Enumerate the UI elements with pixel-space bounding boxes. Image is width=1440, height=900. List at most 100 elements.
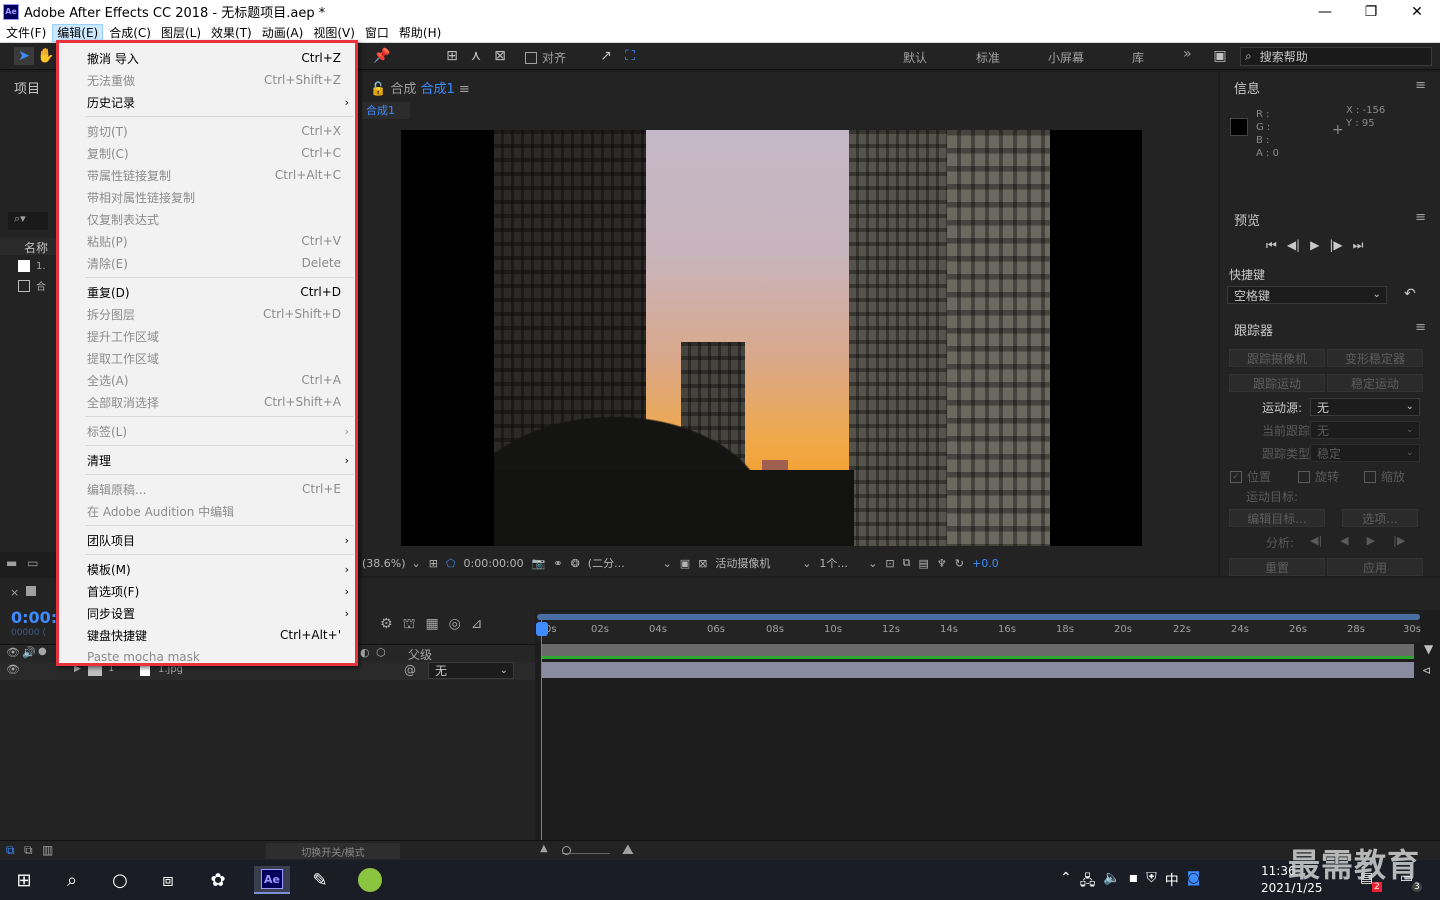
options-button[interactable]: 选项...: [1342, 509, 1418, 527]
mask-visibility-icon[interactable]: ⬠: [446, 557, 456, 570]
info-panel-menu-icon[interactable]: ≡: [1415, 78, 1426, 93]
workspace-more-button[interactable]: »: [1183, 46, 1192, 62]
render-queue-icon[interactable]: [26, 586, 36, 596]
graph-editor-icon[interactable]: ⊿: [471, 616, 483, 634]
menu-effect[interactable]: 效果(T): [207, 24, 256, 42]
workspace-default[interactable]: 默认: [903, 49, 927, 66]
axis-local-icon[interactable]: ⊞: [442, 47, 462, 65]
close-button[interactable]: ✕: [1394, 0, 1440, 23]
show-snapshot-icon[interactable]: ⚭: [553, 557, 562, 570]
audio-icon[interactable]: 🔊: [22, 646, 36, 659]
edit-target-button[interactable]: 编辑目标...: [1229, 509, 1325, 527]
edit-menu-item[interactable]: 模板(M) ›: [59, 558, 355, 580]
nvidia-icon[interactable]: ▪: [1129, 870, 1139, 894]
reset-shortcut-icon[interactable]: ↶: [1404, 286, 1416, 302]
first-frame-icon[interactable]: ⏮: [1266, 238, 1277, 253]
fast-previews-icon[interactable]: ⧉: [903, 556, 911, 570]
track-camera-button[interactable]: 跟踪摄像机: [1229, 349, 1325, 367]
pin-tool-icon[interactable]: 📌: [372, 47, 392, 65]
stabilize-motion-button[interactable]: 稳定运动: [1327, 374, 1423, 392]
position-checkbox[interactable]: ✓ 位置: [1230, 468, 1271, 485]
parent-dropdown[interactable]: 无 ⌄: [428, 662, 514, 679]
tracker-panel-menu-icon[interactable]: ≡: [1415, 320, 1426, 335]
zoom-out-icon[interactable]: ▲: [540, 843, 548, 854]
analyze-back-frame-icon[interactable]: ◀|: [1310, 534, 1322, 547]
edit-menu-item[interactable]: 全选(A) Ctrl+A: [59, 369, 355, 391]
edit-menu-item[interactable]: 重复(D) Ctrl+D: [59, 281, 355, 303]
align-checkbox[interactable]: [525, 51, 537, 64]
motion-blur-icon[interactable]: ◎: [449, 616, 461, 634]
pinwheel-app-icon[interactable]: ✿: [200, 866, 236, 894]
qq-icon[interactable]: ◙: [1187, 870, 1201, 894]
edit-menu-item[interactable]: 仅复制表达式: [59, 208, 355, 230]
resolution-dropdown[interactable]: (二分... ⌄: [588, 555, 672, 571]
snap-target-icon[interactable]: ⛶: [620, 47, 640, 65]
volume-icon[interactable]: 🔈: [1103, 870, 1120, 894]
snap-icon[interactable]: ↗: [596, 47, 616, 65]
edit-menu-item[interactable]: 提取工作区域: [59, 347, 355, 369]
edit-menu-item[interactable]: 剪切(T) Ctrl+X: [59, 120, 355, 142]
project-panel-title[interactable]: 项目: [14, 78, 40, 97]
selection-tool-icon[interactable]: ➤: [14, 47, 34, 65]
work-area-bar[interactable]: [537, 614, 1420, 620]
network-icon[interactable]: 🖧: [1080, 870, 1096, 894]
analyze-forward-icon[interactable]: ▶: [1367, 534, 1375, 547]
edit-menu-item[interactable]: 拆分图层 Ctrl+Shift+D: [59, 303, 355, 325]
axis-view-icon[interactable]: ⊠: [490, 47, 510, 65]
info-panel-title[interactable]: 信息: [1234, 78, 1260, 97]
edit-menu-item[interactable]: 同步设置 ›: [59, 602, 355, 624]
transparency-grid-icon[interactable]: ⊠: [698, 557, 707, 570]
snapshot-icon[interactable]: 📷: [532, 557, 546, 570]
shortcut-dropdown[interactable]: 空格键 ⌄: [1227, 286, 1387, 304]
after-effects-taskbar-icon[interactable]: Ae: [254, 866, 290, 894]
analyze-backward-icon[interactable]: ◀: [1340, 534, 1348, 547]
zoom-in-icon[interactable]: ⛰: [622, 842, 634, 858]
help-search[interactable]: ⌕ 搜索帮助: [1240, 47, 1432, 66]
ime-indicator[interactable]: 中: [1165, 870, 1179, 894]
menu-window[interactable]: 窗口: [361, 24, 393, 42]
video-visibility-icon[interactable]: 👁: [6, 646, 20, 659]
timeline-scroll-icon[interactable]: ▼: [1424, 642, 1433, 656]
track-motion-button[interactable]: 跟踪运动: [1229, 374, 1325, 392]
edit-menu-item[interactable]: 在 Adobe Audition 中编辑: [59, 500, 355, 522]
3d-layer-icon[interactable]: ⬡: [376, 646, 386, 659]
grid-icon[interactable]: ⊞: [429, 557, 438, 570]
green-app-icon[interactable]: [352, 866, 388, 894]
reset-button[interactable]: 重置: [1229, 558, 1325, 576]
reset-exposure-icon[interactable]: ↻: [955, 557, 964, 570]
cortana-icon[interactable]: ○: [102, 866, 138, 894]
motion-source-dropdown[interactable]: 无 ⌄: [1310, 398, 1420, 416]
timeline-nav-icon[interactable]: ⊲: [1422, 664, 1431, 677]
timeline-icon[interactable]: ▤: [918, 557, 928, 570]
workspace-switch-icon[interactable]: ▣: [1210, 47, 1230, 65]
menu-view[interactable]: 视图(V): [309, 24, 359, 42]
hide-shy-layers-icon[interactable]: ⛫: [403, 616, 416, 634]
region-of-interest-icon[interactable]: ▣: [680, 557, 690, 570]
apply-button[interactable]: 应用: [1327, 558, 1423, 576]
edit-menu-item[interactable]: 撤消 导入 Ctrl+Z: [59, 47, 355, 69]
transfer-controls-icon[interactable]: ⧉: [24, 843, 33, 858]
edit-menu-item[interactable]: 标签(L) ›: [59, 420, 355, 442]
axis-world-icon[interactable]: ⋏: [466, 47, 486, 65]
draft-3d-icon[interactable]: ⚙: [380, 616, 393, 634]
menu-layer[interactable]: 图层(L): [157, 24, 205, 42]
notepad-icon[interactable]: ✎: [302, 866, 338, 894]
current-time-indicator[interactable]: [541, 620, 542, 840]
edit-menu-item[interactable]: Paste mocha mask: [59, 646, 355, 668]
edit-menu-item[interactable]: 团队项目 ›: [59, 529, 355, 551]
composition-panel-title[interactable]: 🔓 合成 合成1 ≡: [370, 78, 470, 97]
name-column-label[interactable]: 名称: [24, 239, 48, 256]
current-track-dropdown[interactable]: 无 ⌄: [1310, 421, 1420, 439]
comp-panel-menu-icon[interactable]: ≡: [459, 82, 470, 97]
edit-menu-item[interactable]: 编辑原稿... Ctrl+E: [59, 478, 355, 500]
views-dropdown[interactable]: 1个... ⌄: [819, 555, 877, 571]
preview-panel-menu-icon[interactable]: ≡: [1415, 210, 1426, 225]
edit-menu-item[interactable]: 清除(E) Delete: [59, 252, 355, 274]
task-view-icon[interactable]: ⧈: [150, 866, 186, 894]
current-time-indicator-head[interactable]: [536, 622, 548, 636]
toggle-switches-modes-button[interactable]: 切换开关/模式: [266, 843, 400, 859]
tracker-panel-title[interactable]: 跟踪器: [1234, 320, 1273, 339]
color-channels-icon[interactable]: ❂: [571, 557, 580, 570]
in-out-icon[interactable]: ▥: [42, 843, 53, 857]
track-type-dropdown[interactable]: 稳定 ⌄: [1310, 444, 1420, 462]
